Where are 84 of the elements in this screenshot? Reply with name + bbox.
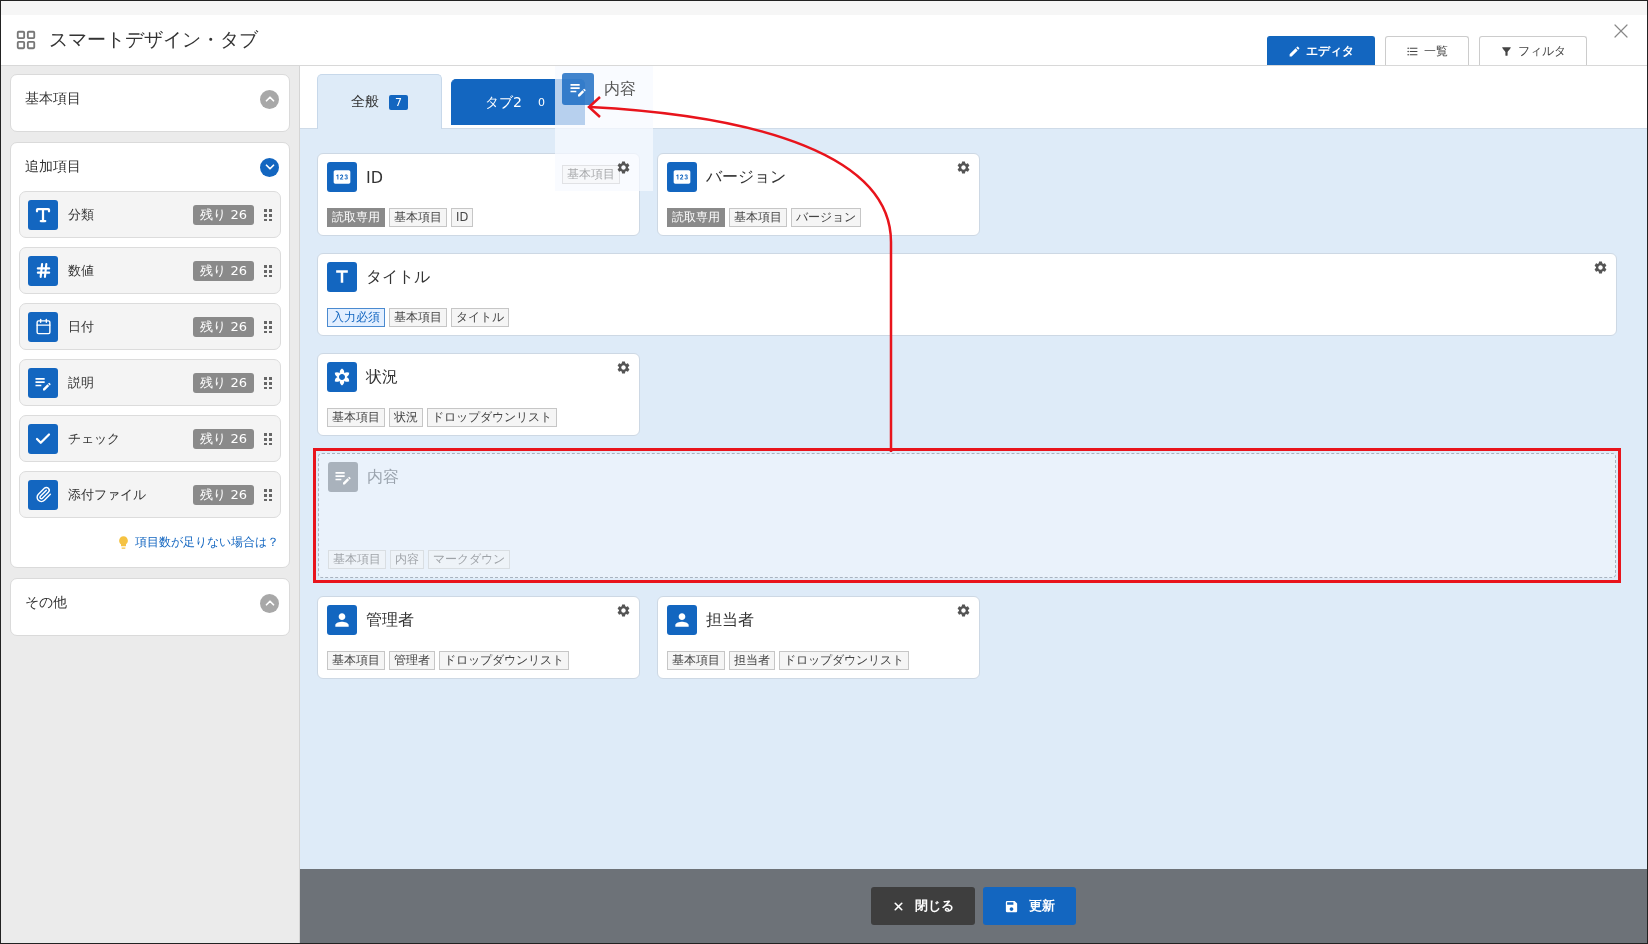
section-title: その他 — [25, 594, 67, 612]
field-type-item[interactable]: チェック 残り 26 — [19, 415, 281, 462]
save-icon — [1004, 898, 1019, 914]
section-title: 基本項目 — [25, 90, 81, 108]
field-card[interactable]: 管理者 基本項目 管理者 ドロップダウンリスト — [317, 596, 640, 679]
settings-icon[interactable] — [616, 603, 631, 618]
remaining-badge: 残り 26 — [193, 372, 254, 393]
item-label: 分類 — [68, 205, 95, 224]
section-title: 追加項目 — [25, 158, 81, 176]
tab[interactable]: 全般 7 — [317, 74, 442, 129]
field-title: ID — [366, 167, 384, 187]
field-type-item[interactable]: 添付ファイル 残り 26 — [19, 471, 281, 518]
filter-icon — [1500, 44, 1513, 58]
field-type-item[interactable]: 分類 残り 26 — [19, 191, 281, 238]
field-tag: 基本項目 — [328, 550, 386, 569]
drag-handle-icon[interactable] — [264, 320, 272, 333]
readonly-tag: 読取専用 — [667, 208, 725, 227]
required-tag: 入力必須 — [327, 308, 385, 327]
item-label: 添付ファイル — [68, 485, 147, 504]
chevron-icon[interactable] — [260, 157, 279, 177]
view-tab[interactable]: 一覧 — [1385, 36, 1469, 65]
settings-icon[interactable] — [1593, 260, 1608, 275]
view-tab[interactable]: エディタ — [1267, 36, 1375, 65]
field-tag: ドロップダウンリスト — [439, 651, 569, 670]
field-type-item[interactable]: 説明 残り 26 — [19, 359, 281, 406]
field-card[interactable]: 担当者 基本項目 担当者 ドロップダウンリスト — [657, 596, 980, 679]
field-title: 内容 — [367, 466, 399, 488]
field-tag: 基本項目 — [389, 308, 447, 327]
field-title: 担当者 — [706, 609, 754, 631]
drag-handle-icon[interactable] — [264, 376, 272, 389]
remaining-badge: 残り 26 — [193, 428, 254, 449]
close-dialog-button[interactable]: 閉じる — [871, 887, 975, 925]
field-tag: 内容 — [390, 550, 424, 569]
item-label: 日付 — [68, 317, 95, 336]
field-tag: 基本項目 — [729, 208, 787, 227]
settings-icon[interactable] — [616, 160, 631, 175]
window-title: スマートデザイン・タブ — [49, 27, 258, 52]
field-card[interactable]: バージョン 読取専用 基本項目 バージョン — [657, 153, 980, 236]
drag-handle-icon[interactable] — [264, 488, 272, 501]
item-label: 説明 — [68, 373, 95, 392]
field-title: バージョン — [706, 166, 786, 188]
field-title: タイトル — [366, 266, 430, 288]
remaining-badge: 残り 26 — [193, 316, 254, 337]
readonly-tag: 読取専用 — [327, 208, 385, 227]
field-tag: マークダウン — [428, 550, 510, 569]
field-tag: タイトル — [451, 308, 509, 327]
drag-handle-icon[interactable] — [264, 432, 272, 445]
remaining-badge: 残り 26 — [193, 260, 254, 281]
settings-icon[interactable] — [616, 360, 631, 375]
field-title: 状況 — [366, 366, 398, 388]
field-tag: 基本項目 — [327, 651, 385, 670]
field-tag: ドロップダウンリスト — [779, 651, 909, 670]
field-title: 管理者 — [366, 609, 414, 631]
preview-title: 内容 — [604, 78, 636, 100]
field-card[interactable]: 状況 基本項目 状況 ドロップダウンリスト — [317, 353, 640, 436]
field-tag: 基本項目 — [667, 651, 725, 670]
count-badge: 7 — [389, 94, 408, 110]
count-label: 0 — [536, 95, 546, 110]
item-label: 数値 — [68, 261, 95, 280]
remaining-badge: 残り 26 — [193, 204, 254, 225]
settings-icon[interactable] — [956, 603, 971, 618]
drag-handle-icon[interactable] — [264, 264, 272, 277]
grid-icon — [15, 29, 37, 51]
field-tag: 担当者 — [729, 651, 775, 670]
remaining-badge: 残り 26 — [193, 484, 254, 505]
view-tab[interactable]: フィルタ — [1479, 36, 1587, 65]
close-icon — [892, 899, 905, 913]
field-type-item[interactable]: 日付 残り 26 — [19, 303, 281, 350]
drag-handle-icon[interactable] — [264, 208, 272, 221]
field-tag: 管理者 — [389, 651, 435, 670]
field-tag: ドロップダウンリスト — [427, 408, 557, 427]
item-label: チェック — [68, 429, 121, 448]
lightbulb-icon — [116, 535, 131, 550]
help-link[interactable]: 項目数が足りない場合は？ — [19, 518, 281, 559]
field-tag: バージョン — [791, 208, 861, 227]
field-tag: ID — [451, 208, 474, 227]
field-type-item[interactable]: 数値 残り 26 — [19, 247, 281, 294]
field-tag: 基本項目 — [327, 408, 385, 427]
settings-icon[interactable] — [956, 160, 971, 175]
field-tag: 基本項目 — [389, 208, 447, 227]
field-tag: 状況 — [389, 408, 423, 427]
pencil-icon — [1288, 44, 1301, 58]
field-card[interactable]: タイトル 入力必須 基本項目 タイトル — [317, 253, 1617, 336]
save-button[interactable]: 更新 — [983, 887, 1076, 925]
